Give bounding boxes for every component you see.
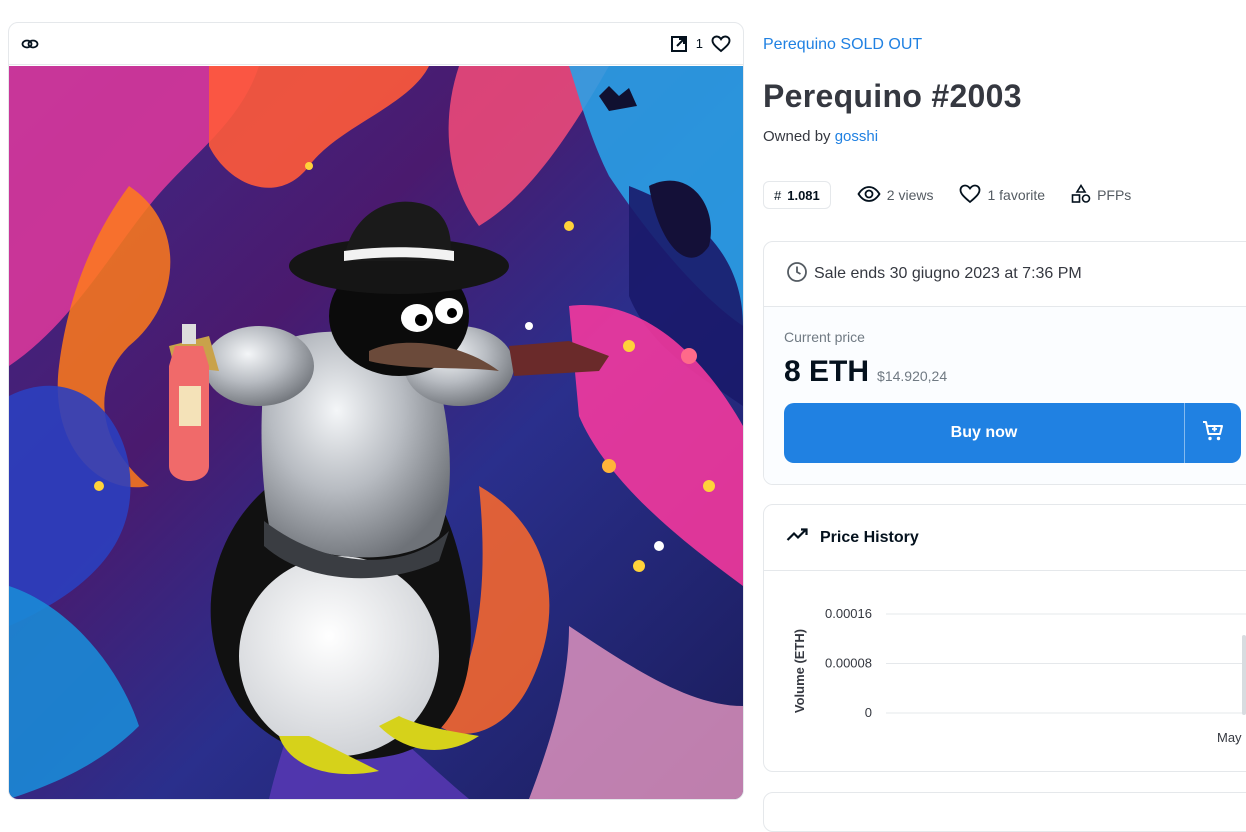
y-axis-label: Volume (ETH): [792, 629, 807, 713]
category-label: PFPs: [1097, 187, 1132, 203]
y-tick-label: 0: [865, 705, 872, 720]
category-stat[interactable]: PFPs: [1071, 183, 1132, 207]
x-tick-label: May: [1217, 730, 1242, 745]
owner-line: Owned by gosshi: [763, 128, 878, 145]
y-tick-label: 0.00016: [825, 606, 872, 621]
price-eth: 8 ETH: [784, 355, 870, 388]
favorites-count: 1 favorite: [987, 187, 1046, 203]
buy-button-group: Buy now: [784, 403, 1241, 463]
media-header: 1: [9, 23, 743, 65]
collection-link[interactable]: Perequino SOLD OUT: [763, 36, 922, 54]
media-card: 1: [8, 22, 744, 800]
rank-badge[interactable]: # 1.081: [763, 181, 831, 209]
open-external-icon[interactable]: [670, 35, 688, 53]
sale-end-text: Sale ends 30 giugno 2023 at 7:36 PM: [814, 265, 1082, 282]
item-stats: # 1.081 2 views 1 favorite PFPs: [763, 181, 1131, 209]
chart-scrollbar[interactable]: [1242, 635, 1246, 715]
next-panel: [763, 792, 1246, 832]
heart-icon: [959, 184, 981, 207]
item-title: Perequino #2003: [763, 78, 1022, 114]
price-section: Current price 8 ETH $14.920,24 Buy now: [764, 307, 1246, 484]
views-count: 2 views: [886, 187, 934, 203]
link-icon: [21, 37, 39, 51]
owner-link[interactable]: gosshi: [835, 128, 878, 145]
views-stat: 2 views: [857, 185, 934, 205]
price-history-title: Price History: [820, 528, 919, 546]
current-price-label: Current price: [784, 329, 865, 345]
eye-icon: [857, 185, 881, 205]
sale-panel: Sale ends 30 giugno 2023 at 7:36 PM Curr…: [763, 241, 1246, 485]
item-details: Perequino SOLD OUT Perequino #2003 Owned…: [763, 0, 1246, 832]
y-tick-label: 0.00008: [825, 656, 872, 671]
price-history-panel: Price History 0.00016 0.00008 0 Volume (ET…: [763, 504, 1246, 772]
add-to-cart-button[interactable]: [1184, 403, 1241, 463]
sale-end-row: Sale ends 30 giugno 2023 at 7:36 PM: [764, 242, 1246, 307]
heart-icon[interactable]: [711, 35, 731, 53]
nft-image[interactable]: [9, 66, 743, 799]
favorites-stat[interactable]: 1 favorite: [959, 184, 1045, 207]
favorite-count: 1: [695, 36, 703, 51]
price-history-header[interactable]: Price History: [764, 505, 1246, 571]
cart-icon: [1201, 419, 1225, 448]
rank-prefix: #: [774, 187, 782, 203]
rank-value: 1.081: [787, 187, 820, 203]
price-row: 8 ETH $14.920,24: [784, 355, 947, 389]
shapes-icon: [1071, 183, 1091, 207]
trending-icon: [786, 527, 810, 548]
clock-icon: [786, 261, 808, 288]
price-usd: $14.920,24: [877, 368, 948, 384]
buy-now-button[interactable]: Buy now: [784, 403, 1184, 463]
price-history-chart: 0.00016 0.00008 0 Volume (ETH) May: [792, 606, 1246, 745]
owned-by-label: Owned by: [763, 128, 831, 145]
